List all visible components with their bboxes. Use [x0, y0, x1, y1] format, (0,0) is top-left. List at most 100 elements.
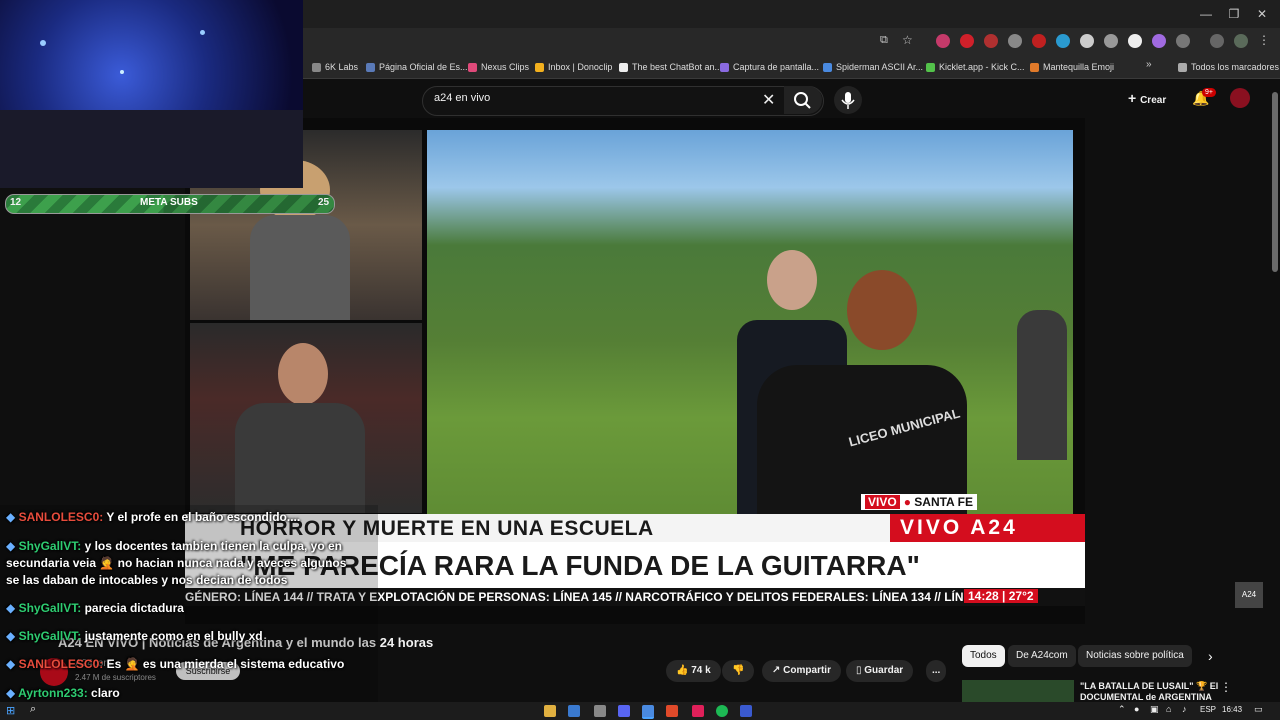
taskbar-app-icon[interactable] [692, 705, 704, 717]
bookmark-item[interactable]: The best ChatBot an... [619, 60, 722, 74]
thumbs-down-icon: 👎 [732, 665, 745, 676]
tray-chevron-icon[interactable]: ⌃ [1118, 704, 1126, 715]
chat-badge-icon: ◆ [6, 657, 19, 671]
share-button[interactable]: ↗ Compartir [762, 660, 841, 682]
voice-search-button[interactable] [834, 86, 862, 114]
bookmark-item[interactable]: Captura de pantalla... [720, 60, 819, 74]
park-live-feed: LICEO MUNICIPAL [427, 130, 1073, 515]
extension-icon[interactable] [1128, 34, 1142, 48]
search-query: a24 en vivo [434, 92, 491, 104]
extension-icon[interactable] [1032, 34, 1046, 48]
notification-center-icon[interactable]: ▭ [1254, 704, 1263, 715]
streamer-webcam [0, 0, 303, 188]
recommended-thumbnail[interactable] [962, 680, 1074, 702]
chat-message: ◆ SANLOLESC0: Y el profe en el baño esco… [6, 510, 300, 524]
all-bookmarks-folder[interactable]: Todos los marcadores [1178, 60, 1279, 74]
extension-icon[interactable] [1008, 34, 1022, 48]
reading-list-icon[interactable] [1210, 34, 1224, 48]
anchor-head [278, 343, 328, 405]
bookmark-item[interactable]: Inbox | Donoclip [535, 60, 612, 74]
more-actions-button[interactable]: ... [926, 660, 947, 682]
chrome-icon[interactable] [642, 705, 654, 719]
chat-message: ◆ ShyGallVT: y los docentes tambien tien… [6, 539, 342, 553]
like-button[interactable]: 👍 74 k [666, 660, 721, 682]
bookmark-favicon-icon [1030, 62, 1039, 72]
cast-icon[interactable]: ⧉ [880, 34, 888, 47]
bookmark-item[interactable]: 6K Labs [312, 60, 358, 74]
create-button[interactable]: + Crear [1128, 90, 1166, 106]
dislike-button[interactable]: 👎 [722, 660, 755, 682]
chat-message: ◆ Ayrtonn233: claro [6, 686, 120, 700]
file-explorer-icon[interactable] [544, 705, 556, 717]
taskbar-search-icon[interactable]: ⌕ [30, 703, 36, 716]
minimize-icon[interactable]: — [1196, 6, 1216, 22]
discord-icon[interactable] [618, 705, 630, 717]
extension-icon[interactable] [1152, 34, 1166, 48]
bookmark-favicon-icon [823, 62, 832, 72]
chat-username: SANLOLESC0: [18, 510, 104, 524]
chat-text: se las daban de intocables y nos decian … [6, 573, 288, 587]
bookmark-star-icon[interactable]: ☆ [902, 33, 913, 47]
chat-badge-icon: ◆ [6, 601, 19, 615]
extension-icon[interactable] [1080, 34, 1094, 48]
chat-text: secundaria veia 🤦 no hacian nunca nada y… [6, 556, 347, 570]
extension-icon[interactable] [936, 34, 950, 48]
bookmark-item[interactable]: Nexus Clips [468, 60, 529, 74]
chat-badge-icon: ◆ [6, 510, 19, 524]
recommended-menu-icon[interactable]: ⋮ [1220, 680, 1232, 694]
notification-count-badge: 9+ [1202, 88, 1216, 97]
profile-icon[interactable] [1234, 34, 1248, 48]
rail-tag-all[interactable]: Todos [962, 645, 1005, 667]
tray-app-icon[interactable]: ▣ [1150, 704, 1159, 715]
recommended-title[interactable]: "LA BATALLA DE LUSAIL" 🏆 El DOCUMENTAL d… [1080, 681, 1220, 702]
taskbar-app-icon[interactable] [594, 705, 606, 717]
tray-mic-icon[interactable]: ● [1134, 704, 1139, 714]
bookmark-favicon-icon [535, 62, 544, 72]
account-avatar[interactable] [1230, 88, 1250, 108]
chevron-more-icon[interactable]: » [1146, 59, 1152, 70]
windows-start-icon[interactable]: ⊞ [6, 704, 15, 717]
menu-icon[interactable]: ⋮ [1258, 33, 1270, 47]
clear-search-icon[interactable]: ✕ [762, 90, 775, 110]
chevron-right-icon[interactable]: › [1208, 648, 1213, 664]
star-light [120, 70, 124, 74]
student-head [847, 270, 917, 350]
rail-tag-channel[interactable]: De A24com [1008, 645, 1076, 667]
microphone-icon [841, 92, 855, 109]
bookmark-item[interactable]: Mantequilla Emoji [1030, 60, 1114, 74]
taskbar-clock[interactable]: 16:43 [1222, 705, 1242, 714]
location-pin-icon: ● [903, 495, 911, 509]
taskbar-app-icon[interactable] [568, 705, 580, 717]
folder-icon [1178, 62, 1187, 72]
extension-icon[interactable] [984, 34, 998, 48]
page-scrollbar[interactable] [1272, 92, 1278, 272]
chat-message: ◆ ShyGallVT: justamente como en el bully… [6, 629, 263, 643]
star-light [200, 30, 205, 35]
chat-text: justamente como en el bully xd [84, 629, 263, 643]
anchor-body [250, 215, 350, 320]
save-button[interactable]: ▯ Guardar [846, 660, 914, 682]
rail-tag-politics[interactable]: Noticias sobre política [1078, 645, 1192, 667]
windows-taskbar [0, 702, 1280, 720]
search-button[interactable] [784, 86, 822, 114]
extension-icon[interactable] [1056, 34, 1070, 48]
network-icon[interactable]: ⌂ [1166, 704, 1171, 714]
language-indicator[interactable]: ESP [1200, 705, 1216, 714]
bookmark-item[interactable]: Página Oficial de Es... [366, 60, 468, 74]
spotify-icon[interactable] [716, 705, 728, 717]
taskbar-app-icon[interactable] [740, 705, 752, 717]
extension-icon[interactable] [960, 34, 974, 48]
bed [0, 110, 303, 188]
bookmark-item[interactable]: Spiderman ASCII Ar... [823, 60, 923, 74]
extension-icon[interactable] [1104, 34, 1118, 48]
bookmark-favicon-icon [926, 62, 935, 72]
brave-icon[interactable] [666, 705, 678, 717]
volume-icon[interactable]: ♪ [1182, 704, 1187, 714]
channel-corner-logo: A24 [1235, 582, 1263, 608]
bookmark-item[interactable]: Kicklet.app - Kick C... [926, 60, 1025, 74]
studio-panel-host-male [190, 323, 422, 513]
close-window-icon[interactable]: ✕ [1252, 6, 1272, 22]
maximize-icon[interactable]: ❐ [1224, 6, 1244, 22]
chat-badge-icon: ◆ [6, 539, 19, 553]
extensions-puzzle-icon[interactable] [1176, 34, 1190, 48]
